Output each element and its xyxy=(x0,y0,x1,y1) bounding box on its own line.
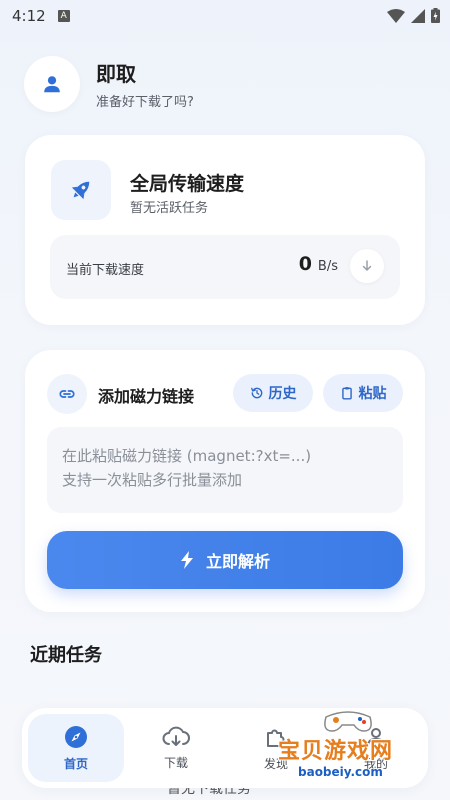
avatar[interactable] xyxy=(24,56,80,112)
lightning-icon xyxy=(180,551,193,569)
speed-label: 当前下载速度 xyxy=(66,263,145,278)
history-icon xyxy=(250,387,262,399)
status-bar: 4:12 A xyxy=(0,0,450,32)
recent-title: 近期任务 xyxy=(30,645,102,666)
speed-card: 全局传输速度 暂无活跃任务 当前下载速度 0 B/s xyxy=(25,135,425,325)
nav-home[interactable]: 首页 xyxy=(28,714,124,782)
rocket-icon xyxy=(71,181,90,200)
paste-button[interactable]: 粘贴 xyxy=(323,374,403,412)
speed-value: 0 xyxy=(298,253,312,275)
parse-label: 立即解析 xyxy=(205,552,270,571)
rocket-icon-box xyxy=(51,160,111,220)
magnet-placeholder-line2: 支持一次粘贴多行批量添加 xyxy=(62,471,243,489)
magnet-card: 添加磁力链接 历史 粘贴 在此粘贴磁力链接 (magnet:?xt=...) 支… xyxy=(25,350,425,612)
header-text: 即取 准备好下载了吗? xyxy=(96,58,194,110)
history-label: 历史 xyxy=(268,386,297,402)
magnet-input[interactable]: 在此粘贴磁力链接 (magnet:?xt=...) 支持一次粘贴多行批量添加 xyxy=(47,427,403,513)
gamepad-icon xyxy=(324,711,372,732)
page-subtitle: 准备好下载了吗? xyxy=(96,95,194,110)
history-button[interactable]: 历史 xyxy=(233,374,313,412)
parse-button[interactable]: 立即解析 xyxy=(47,531,403,589)
magnet-title: 添加磁力链接 xyxy=(98,387,195,406)
speed-subtitle: 暂无活跃任务 xyxy=(130,201,209,216)
nav-download[interactable]: 下载 xyxy=(128,714,224,782)
arrow-down-icon xyxy=(362,260,372,271)
signal-icon xyxy=(411,8,425,23)
paste-label: 粘贴 xyxy=(358,386,387,402)
link-icon xyxy=(59,390,75,398)
clipboard-icon xyxy=(341,387,352,400)
download-arrow-button[interactable] xyxy=(350,249,384,283)
nav-download-label: 下载 xyxy=(163,755,188,770)
page-title: 即取 xyxy=(96,62,136,86)
header: 即取 准备好下载了吗? xyxy=(24,56,194,112)
status-time: 4:12 xyxy=(12,7,46,25)
watermark-text: 宝贝游戏网 xyxy=(278,739,394,764)
speed-title: 全局传输速度 xyxy=(130,173,245,195)
status-icons xyxy=(387,8,440,23)
battery-icon xyxy=(431,8,440,23)
app-screen: 4:12 A 即取 准备好下载了吗? 全局传输速度 暂无活跃任务 当前下载速度 … xyxy=(0,0,450,800)
link-icon-circle xyxy=(47,374,87,414)
cloud-download-icon xyxy=(162,726,190,746)
nav-home-label: 首页 xyxy=(63,756,88,771)
magnet-placeholder-line1: 在此粘贴磁力链接 (magnet:?xt=...) xyxy=(62,447,312,465)
user-icon xyxy=(44,76,60,93)
compass-icon xyxy=(65,725,87,748)
watermark-url: baobeiy.com xyxy=(298,765,383,779)
notification-icon: A xyxy=(57,10,70,22)
wifi-icon xyxy=(387,8,405,23)
watermark: 宝贝游戏网 baobeiy.com xyxy=(278,705,444,795)
speed-readout: 当前下载速度 0 B/s xyxy=(50,235,400,299)
speed-unit: B/s xyxy=(317,259,338,274)
